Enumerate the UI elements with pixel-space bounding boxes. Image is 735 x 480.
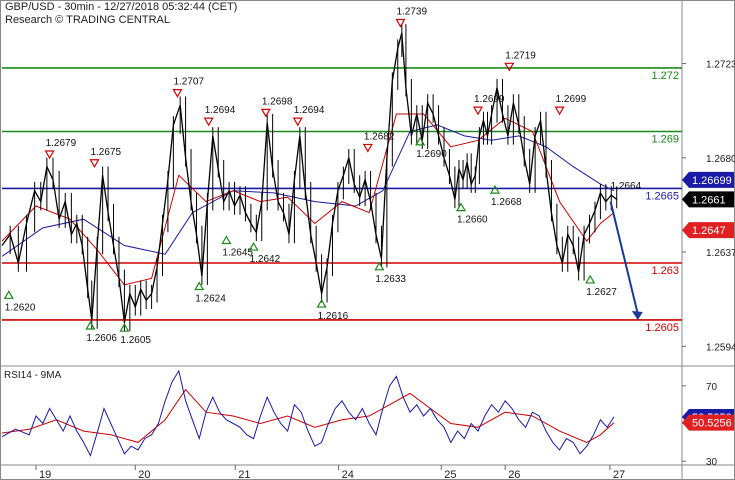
support-marker-icon [316, 298, 327, 308]
swing-low-label: 1.2616 [318, 311, 349, 322]
swing-high-label: 1.2682 [364, 131, 395, 142]
swing-low-label: 1.2642 [250, 254, 281, 265]
resistance-marker-icon [203, 117, 214, 127]
rsi-title: RSI14 - 9MA [4, 370, 62, 381]
resistance-marker-icon [89, 159, 100, 168]
chart: 1.2723 1.2680 1.2637 1.2594 19 20 21 24 25 26 27 1.… [0, 0, 735, 480]
swing-low-label: 1.2605 [120, 335, 151, 346]
price-annotation-label: 1.2664 [611, 181, 642, 192]
x-tick-label: 24 [342, 469, 354, 480]
support-marker-icon [221, 235, 232, 245]
swing-high-label: 1.2675 [90, 147, 121, 158]
y-tick-label: 1.2637 [706, 248, 735, 259]
resistance-marker-icon [260, 108, 271, 118]
chart-frame [0, 0, 735, 480]
support-marker-icon [374, 261, 385, 271]
resistance-marker-icon [554, 106, 565, 116]
rsi-ma-line [1, 388, 615, 443]
support-marker-icon [585, 274, 596, 284]
swing-high-label: 1.2699 [474, 94, 505, 105]
y-tick-label: 1.2594 [706, 342, 735, 353]
y-tick-label: 1.2680 [706, 154, 735, 165]
forecast-arrow-head [631, 310, 643, 320]
rsi-tick-label: 70 [706, 382, 718, 393]
price-line [1, 32, 618, 323]
fast-ma-line [1, 113, 615, 286]
chart-title: GBP/USD - 30min - 12/27/2018 05:32:44 (C… [5, 1, 238, 13]
x-tick-label: 20 [138, 469, 150, 480]
swing-high-label: 1.2707 [173, 77, 204, 88]
level-label: 1.269 [651, 133, 679, 145]
swing-high-label: 1.2694 [294, 105, 325, 116]
swing-low-label: 1.2660 [457, 215, 488, 226]
support-marker-icon [455, 202, 467, 212]
rsi-line [1, 369, 615, 457]
swing-low-label: 1.2606 [86, 333, 117, 344]
x-tick-label: 26 [508, 469, 520, 480]
resistance-marker-icon [504, 62, 515, 72]
swing-low-label: 1.2690 [416, 149, 447, 160]
swing-low-label: 1.2633 [375, 274, 406, 285]
swing-low-label: 1.2624 [195, 294, 226, 305]
support-marker-icon [85, 320, 96, 330]
price-badge: 1.2647 [692, 225, 726, 237]
swing-high-label: 1.2698 [262, 96, 293, 107]
swing-high-label: 1.2694 [205, 105, 236, 116]
chart-subtitle: Research © TRADING CENTRAL [5, 14, 170, 26]
y-tick-label: 1.2723 [706, 60, 735, 71]
support-marker-icon [489, 184, 501, 194]
support-marker-icon [3, 290, 14, 299]
x-tick-label: 19 [39, 469, 51, 480]
swing-low-label: 1.2668 [491, 197, 522, 208]
swing-high-label: 1.2739 [396, 6, 427, 17]
x-tick-label: 21 [238, 469, 250, 480]
x-tick-label: 27 [613, 469, 625, 480]
swing-high-label: 1.2719 [505, 50, 536, 61]
resistance-marker-icon [395, 18, 406, 28]
price-badge: 1.2661 [692, 194, 726, 206]
level-label: 1.2665 [645, 190, 679, 202]
level-label: 1.2605 [645, 322, 679, 334]
x-tick-label: 25 [444, 469, 456, 480]
level-label: 1.272 [651, 70, 679, 82]
resistance-marker-icon [292, 117, 303, 127]
resistance-marker-icon [362, 143, 373, 153]
swing-low-label: 1.2627 [586, 287, 617, 298]
level-label: 1.263 [651, 265, 679, 277]
swing-low-label: 1.2620 [5, 302, 36, 313]
resistance-marker-icon [172, 89, 183, 98]
price-badge: 1.26699 [692, 175, 732, 187]
resistance-marker-icon [472, 106, 484, 116]
swing-high-label: 1.2679 [46, 138, 77, 149]
rsi-tick-label: 30 [706, 457, 718, 468]
rsi-badge: 50.5256 [692, 418, 732, 430]
swing-high-label: 1.2699 [556, 94, 587, 105]
resistance-marker-icon [44, 150, 55, 160]
